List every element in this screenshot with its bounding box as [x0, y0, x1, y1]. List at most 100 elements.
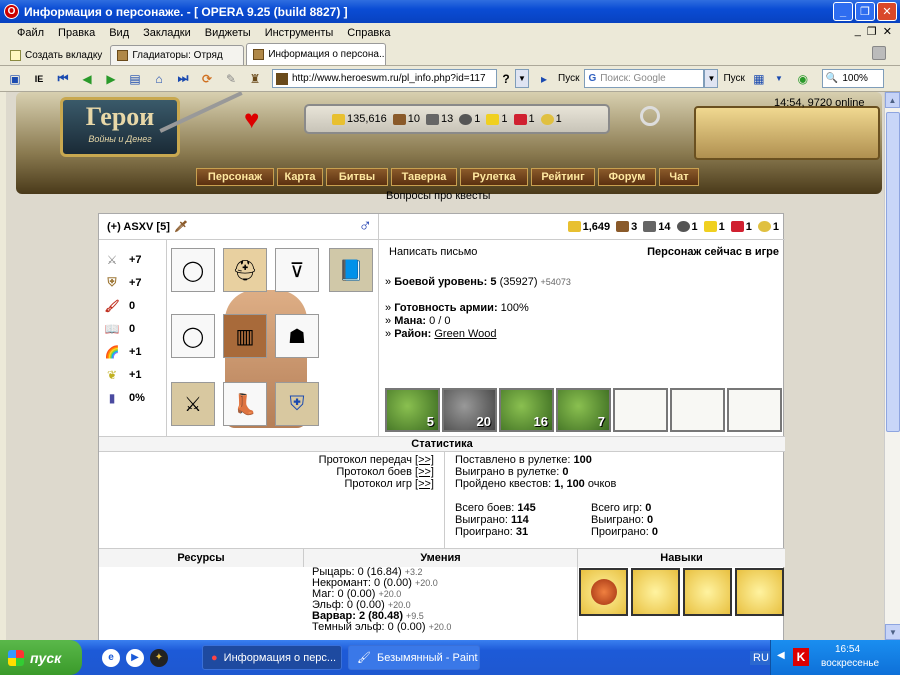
- army-unit-orc[interactable]: 16: [499, 388, 554, 432]
- start-button[interactable]: пуск: [0, 640, 82, 675]
- menu-tools[interactable]: Инструменты: [258, 27, 341, 39]
- search-dropdown[interactable]: ▼: [704, 69, 719, 88]
- ring-icon[interactable]: [640, 106, 660, 126]
- nav-roulette[interactable]: Рулетка: [460, 168, 528, 186]
- reload-icon[interactable]: ⟳: [198, 70, 216, 88]
- ring-slot-2[interactable]: ◯: [171, 314, 215, 358]
- back-icon[interactable]: ◀: [78, 70, 96, 88]
- fast-forward-icon[interactable]: ⏭: [174, 70, 192, 88]
- scroll-up-button[interactable]: ▲: [885, 92, 900, 108]
- doc-minimize-button[interactable]: _: [855, 25, 861, 38]
- ability-slot[interactable]: [579, 568, 628, 616]
- scroll-thumb[interactable]: [886, 112, 900, 432]
- amulet-slot[interactable]: ⊽: [275, 248, 319, 292]
- wood-icon: [616, 221, 630, 232]
- language-indicator[interactable]: RU: [750, 651, 772, 665]
- go-icon[interactable]: ▸: [535, 70, 553, 88]
- skill-knight-inc: +3.2: [404, 567, 423, 577]
- character-name[interactable]: (+) ASXV [5]: [107, 221, 170, 233]
- site-icon[interactable]: ♜: [246, 70, 264, 88]
- maximize-button[interactable]: ❐: [855, 2, 875, 21]
- weapon-slot[interactable]: ⚔: [171, 382, 215, 426]
- forward-icon[interactable]: ▶: [102, 70, 120, 88]
- tab-character-info[interactable]: Информация о персона...: [246, 43, 387, 65]
- tab-gladiators[interactable]: Гладиаторы: Отряд: [110, 45, 245, 65]
- games-lost-label: Проиграно:: [591, 526, 652, 538]
- new-tab-button[interactable]: Создать вкладку: [4, 45, 108, 65]
- media-player-icon[interactable]: ▶: [126, 648, 144, 667]
- menu-help[interactable]: Справка: [340, 27, 397, 39]
- go-button[interactable]: Пуск: [558, 73, 579, 84]
- nav-map[interactable]: Карта: [277, 168, 323, 186]
- task-opera[interactable]: ● Информация о перс...: [202, 645, 342, 670]
- page-favicon: [253, 49, 265, 60]
- army-unit-wolf[interactable]: 20: [442, 388, 497, 432]
- menu-file[interactable]: Файл: [10, 27, 51, 39]
- district-link[interactable]: Green Wood: [434, 328, 496, 340]
- quest-questions-link[interactable]: Вопросы про квесты: [386, 190, 490, 202]
- boots-slot[interactable]: 👢: [223, 382, 267, 426]
- morale-icon: ❦: [106, 367, 118, 382]
- trash-icon[interactable]: [872, 46, 886, 60]
- nav-chat[interactable]: Чат: [659, 168, 699, 186]
- ability-slot-empty[interactable]: [735, 568, 784, 616]
- army-unit-ogre[interactable]: 7: [556, 388, 611, 432]
- rewind-icon[interactable]: ⏮: [54, 70, 72, 88]
- doc-close-button[interactable]: ✕: [883, 25, 892, 38]
- ie-icon[interactable]: IE: [30, 70, 48, 88]
- heart-icon[interactable]: ♥: [244, 104, 259, 135]
- shield-slot[interactable]: ⛨: [275, 382, 319, 426]
- minimize-button[interactable]: _: [833, 2, 853, 21]
- search-input[interactable]: G Поиск: Google: [584, 69, 705, 88]
- skill-elf-inc: +20.0: [387, 600, 411, 610]
- unit-count: 16: [533, 414, 548, 429]
- scroll-down-button[interactable]: ▼: [885, 624, 900, 640]
- menu-view[interactable]: Вид: [102, 27, 136, 39]
- ie-quicklaunch-icon[interactable]: e: [102, 648, 120, 667]
- nav-character[interactable]: Персонаж: [196, 168, 274, 186]
- ring-slot[interactable]: ◯: [171, 248, 215, 292]
- battles-won-value: 114: [510, 514, 529, 526]
- menu-widgets[interactable]: Виджеты: [198, 27, 258, 39]
- statistics-values: Поставлено в рулетке: 100 Выиграно в рул…: [455, 452, 785, 548]
- ability-slot-empty[interactable]: [683, 568, 732, 616]
- nav-forum[interactable]: Форум: [598, 168, 656, 186]
- doc-restore-button[interactable]: ❐: [867, 25, 877, 38]
- battle-protocol-link[interactable]: [>>]: [415, 466, 434, 478]
- address-bar[interactable]: http://www.heroeswm.ru/pl_info.php?id=11…: [272, 69, 497, 88]
- nav-battles[interactable]: Битвы: [326, 168, 388, 186]
- armor-slot[interactable]: ▥: [223, 314, 267, 358]
- page-content: Герои Войны и Денег ♥ 135,616 10 13 1 1 …: [6, 92, 884, 640]
- close-button[interactable]: ✕: [877, 2, 897, 21]
- home-icon[interactable]: ⌂: [150, 70, 168, 88]
- book-slot[interactable]: 📘: [329, 248, 373, 292]
- nav-tavern[interactable]: Таверна: [391, 168, 457, 186]
- quests-value: 1, 100: [554, 478, 585, 490]
- skill-dark-elf: Темный эльф: 0 (0.00): [312, 621, 426, 633]
- tray-arrow-icon[interactable]: ◀: [777, 650, 785, 661]
- kaspersky-icon[interactable]: K: [793, 648, 809, 666]
- game-quicklaunch-icon[interactable]: ✦: [150, 648, 168, 667]
- speed-dial-icon[interactable]: ◉: [794, 70, 812, 88]
- search-go-button[interactable]: Пуск: [723, 73, 744, 84]
- zoom-select[interactable]: 🔍 100%: [821, 69, 884, 88]
- vertical-scrollbar[interactable]: ▲ ▼: [884, 92, 900, 640]
- cloak-slot[interactable]: ☗: [275, 314, 319, 358]
- task-paint[interactable]: 🖌 Безымянный - Paint: [348, 645, 480, 670]
- ability-slot-empty[interactable]: [631, 568, 680, 616]
- army-unit-goblin[interactable]: 5: [385, 388, 440, 432]
- address-dropdown[interactable]: ▼: [515, 69, 529, 88]
- menu-edit[interactable]: Правка: [51, 27, 102, 39]
- help-icon[interactable]: ?: [497, 70, 515, 88]
- menu-bookmarks[interactable]: Закладки: [136, 27, 198, 39]
- panels-dropdown-icon[interactable]: ▼: [770, 70, 788, 88]
- edit-icon[interactable]: ✎: [222, 70, 240, 88]
- write-letter-link[interactable]: Написать письмо: [389, 246, 477, 258]
- helmet-slot[interactable]: ⛑: [223, 248, 267, 292]
- save-icon[interactable]: ▣: [6, 70, 24, 88]
- transfer-protocol-link[interactable]: [>>]: [415, 454, 434, 466]
- game-protocol-link[interactable]: [>>]: [415, 478, 434, 490]
- page-icon[interactable]: ▤: [126, 70, 144, 88]
- panels-icon[interactable]: ▦: [750, 70, 768, 88]
- nav-rating[interactable]: Рейтинг: [531, 168, 595, 186]
